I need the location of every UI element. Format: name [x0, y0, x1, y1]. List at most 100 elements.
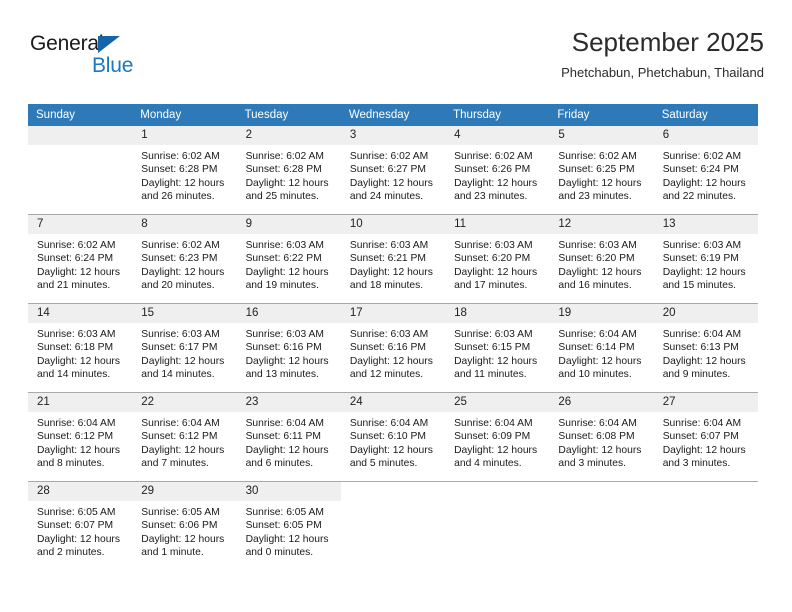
day-info-line: Sunrise: 6:02 AM [141, 240, 220, 251]
day-info-line: Sunrise: 6:03 AM [37, 329, 116, 340]
calendar-day-cell[interactable]: 8 Sunrise: 6:02 AM Sunset: 6:23 PM Daylight… [132, 215, 237, 303]
calendar-day-cell[interactable]: 20 Sunrise: 6:04 AM Sunset: 6:13 PM Dayligh… [653, 304, 758, 392]
day-info-line: Sunrise: 6:02 AM [349, 151, 429, 162]
day-sun-info: Sunrise: 6:04 AM Sunset: 6:14 PM Daylight:… [549, 323, 653, 382]
day-info-line: and 6 minutes. [245, 458, 314, 470]
day-info-line: Daylight: 12 hours [558, 355, 642, 367]
calendar-day-cell[interactable]: 19 Sunrise: 6:04 AM Sunset: 6:14 PM Dayligh… [549, 304, 654, 392]
day-info-line: and 25 minutes. [245, 191, 319, 203]
day-info-line: Sunrise: 6:04 AM [349, 418, 429, 429]
day-info-line: Sunrise: 6:03 AM [245, 240, 324, 251]
calendar-day-cell[interactable]: 13 Sunrise: 6:03 AM Sunset: 6:19 PM Dayligh… [653, 215, 758, 303]
calendar-day-cell[interactable]: 1 Sunrise: 6:02 AM Sunset: 6:28 PM Daylight… [132, 126, 237, 214]
day-info-line: Sunset: 6:12 PM [141, 431, 218, 443]
calendar-day-cell[interactable]: 12 Sunrise: 6:03 AM Sunset: 6:20 PM Dayligh… [549, 215, 654, 303]
page-header: General Blue September 2025 Phetchabun, … [28, 26, 764, 96]
day-info-line: Sunset: 6:28 PM [141, 164, 218, 176]
calendar-day-cell[interactable]: 14 Sunrise: 6:03 AM Sunset: 6:18 PM Dayligh… [28, 304, 133, 392]
day-info-line: Sunset: 6:28 PM [245, 164, 322, 176]
calendar-week-row: 1 Sunrise: 6:02 AM Sunset: 6:28 PM Daylight… [28, 126, 758, 215]
day-info-line: Daylight: 12 hours [454, 177, 538, 189]
calendar-week-row: 28 Sunrise: 6:05 AM Sunset: 6:07 PM Dayligh… [28, 481, 758, 570]
calendar-day-cell[interactable]: 25 Sunrise: 6:04 AM Sunset: 6:09 PM Dayligh… [445, 393, 550, 481]
calendar-day-cell[interactable]: 16 Sunrise: 6:03 AM Sunset: 6:16 PM Dayligh… [236, 304, 341, 392]
day-info-line: and 5 minutes. [349, 458, 418, 470]
calendar-day-cell[interactable]: 11 Sunrise: 6:03 AM Sunset: 6:20 PM Dayligh… [445, 215, 550, 303]
day-info-line: and 15 minutes. [662, 280, 736, 292]
day-number: 3 [340, 126, 446, 145]
day-info-line: and 3 minutes. [558, 458, 626, 470]
day-info-line: and 0 minutes. [245, 547, 314, 559]
day-number: 27 [653, 393, 758, 412]
day-number: 21 [28, 393, 133, 412]
day-number: 19 [549, 304, 654, 323]
day-info-line: Sunset: 6:23 PM [141, 253, 218, 265]
day-sun-info: Sunrise: 6:04 AM Sunset: 6:13 PM Daylight:… [654, 323, 758, 382]
calendar-day-cell[interactable]: 7 Sunrise: 6:02 AM Sunset: 6:24 PM Daylight… [28, 215, 133, 303]
day-info-line: Daylight: 12 hours [141, 177, 225, 189]
day-info-line: Daylight: 12 hours [245, 533, 329, 545]
day-info-line: and 2 minutes. [37, 547, 105, 559]
day-number: 28 [28, 482, 133, 501]
day-info-line: Sunset: 6:13 PM [662, 342, 739, 354]
day-info-line: and 22 minutes. [662, 191, 736, 203]
day-number: 18 [445, 304, 550, 323]
day-info-line: and 13 minutes. [245, 369, 319, 381]
calendar-day-cell[interactable]: 4 Sunrise: 6:02 AM Sunset: 6:26 PM Daylight… [445, 126, 550, 214]
day-info-line: Sunrise: 6:03 AM [454, 329, 533, 340]
day-info-line: Sunset: 6:07 PM [662, 431, 739, 443]
day-number: 7 [28, 215, 133, 234]
calendar-day-cell[interactable]: 27 Sunrise: 6:04 AM Sunset: 6:07 PM Dayligh… [653, 393, 758, 481]
day-info-line: Daylight: 12 hours [454, 266, 538, 278]
calendar-day-cell[interactable]: 15 Sunrise: 6:03 AM Sunset: 6:17 PM Dayligh… [132, 304, 237, 392]
day-sun-info: Sunrise: 6:03 AM Sunset: 6:22 PM Daylight:… [237, 234, 341, 293]
day-sun-info: Sunrise: 6:03 AM Sunset: 6:20 PM Daylight:… [549, 234, 653, 293]
day-info-line: Sunrise: 6:05 AM [37, 507, 116, 518]
calendar-day-cell[interactable]: 17 Sunrise: 6:03 AM Sunset: 6:16 PM Dayligh… [340, 304, 446, 392]
calendar-day-cell[interactable]: 24 Sunrise: 6:04 AM Sunset: 6:10 PM Dayligh… [340, 393, 446, 481]
calendar-day-cell[interactable]: 26 Sunrise: 6:04 AM Sunset: 6:08 PM Dayligh… [549, 393, 654, 481]
day-info-line: Sunset: 6:17 PM [141, 342, 218, 354]
day-info-line: Daylight: 12 hours [245, 266, 329, 278]
weekday-header-wednesday: Wednesday [340, 104, 446, 126]
day-info-line: and 1 minute. [141, 547, 204, 559]
day-info-line: Sunrise: 6:02 AM [558, 151, 637, 162]
day-info-line: Daylight: 12 hours [141, 533, 225, 545]
calendar-day-cell[interactable]: 5 Sunrise: 6:02 AM Sunset: 6:25 PM Daylight… [549, 126, 654, 214]
calendar-day-cell[interactable]: 3 Sunrise: 6:02 AM Sunset: 6:27 PM Daylight… [340, 126, 446, 214]
day-info-line: Daylight: 12 hours [245, 444, 329, 456]
day-info-line: Daylight: 12 hours [37, 444, 120, 456]
weekday-header-row: Sunday Monday Tuesday Wednesday Thursday… [28, 104, 758, 126]
day-info-line: Daylight: 12 hours [349, 355, 433, 367]
calendar-day-cell[interactable]: 21 Sunrise: 6:04 AM Sunset: 6:12 PM Dayligh… [28, 393, 133, 481]
day-info-line: Sunrise: 6:02 AM [662, 151, 742, 162]
day-info-line: and 11 minutes. [454, 369, 527, 381]
day-info-line: Sunrise: 6:02 AM [454, 151, 533, 162]
day-number: 24 [340, 393, 446, 412]
day-info-line: Sunset: 6:08 PM [558, 431, 635, 443]
general-blue-logo: General Blue [30, 32, 160, 84]
calendar-day-cell[interactable]: 23 Sunrise: 6:04 AM Sunset: 6:11 PM Dayligh… [236, 393, 341, 481]
day-number: 6 [653, 126, 758, 145]
day-info-line: Sunrise: 6:04 AM [454, 418, 533, 429]
day-sun-info: Sunrise: 6:03 AM Sunset: 6:19 PM Daylight:… [654, 234, 758, 293]
calendar-day-cell[interactable]: 2 Sunrise: 6:02 AM Sunset: 6:28 PM Daylight… [236, 126, 341, 214]
calendar-day-cell[interactable]: 22 Sunrise: 6:04 AM Sunset: 6:12 PM Dayligh… [132, 393, 237, 481]
calendar-day-cell[interactable]: 6 Sunrise: 6:02 AM Sunset: 6:24 PM Daylight… [653, 126, 758, 214]
day-sun-info: Sunrise: 6:05 AM Sunset: 6:06 PM Daylight:… [132, 501, 236, 560]
day-info-line: Sunrise: 6:03 AM [454, 240, 533, 251]
day-sun-info: Sunrise: 6:02 AM Sunset: 6:28 PM Daylight:… [132, 145, 236, 204]
day-info-line: Daylight: 12 hours [662, 177, 746, 189]
day-info-line: Sunset: 6:26 PM [454, 164, 531, 176]
calendar-day-cell[interactable]: 18 Sunrise: 6:03 AM Sunset: 6:15 PM Dayligh… [445, 304, 550, 392]
calendar-empty-cell [653, 482, 758, 570]
calendar-day-cell[interactable]: 9 Sunrise: 6:03 AM Sunset: 6:22 PM Daylight… [236, 215, 341, 303]
weekday-header-saturday: Saturday [653, 104, 758, 126]
calendar-day-cell[interactable]: 28 Sunrise: 6:05 AM Sunset: 6:07 PM Dayligh… [28, 482, 133, 570]
calendar-day-cell[interactable]: 29 Sunrise: 6:05 AM Sunset: 6:06 PM Dayligh… [132, 482, 237, 570]
day-info-line: and 3 minutes. [662, 458, 731, 470]
calendar-day-cell[interactable]: 30 Sunrise: 6:05 AM Sunset: 6:05 PM Dayligh… [236, 482, 341, 570]
day-info-line: Sunset: 6:18 PM [37, 342, 114, 354]
calendar-day-cell[interactable]: 10 Sunrise: 6:03 AM Sunset: 6:21 PM Dayligh… [340, 215, 446, 303]
calendar-empty-cell [445, 482, 550, 570]
